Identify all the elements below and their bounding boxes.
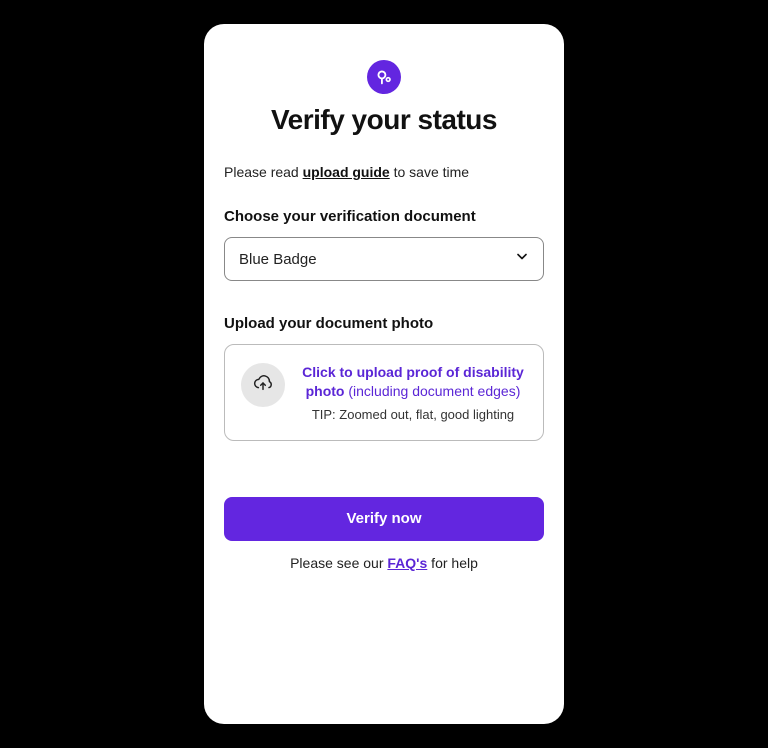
upload-tip: TIP: Zoomed out, flat, good lighting [299, 407, 527, 422]
upload-title-line2-bold: photo [306, 383, 345, 399]
page-title: Verify your status [224, 104, 544, 136]
document-select[interactable]: Blue Badge [224, 237, 544, 281]
verification-card: Verify your status Please read upload gu… [204, 24, 564, 724]
intro-text: Please read upload guide to save time [224, 164, 544, 180]
cloud-upload-icon [252, 372, 274, 399]
verify-now-button[interactable]: Verify now [224, 497, 544, 541]
upload-section: Upload your document photo Click to uplo… [224, 315, 544, 441]
document-select-value: Blue Badge [239, 251, 317, 268]
intro-suffix: to save time [390, 164, 469, 180]
footer-suffix: for help [427, 555, 478, 571]
upload-text: Click to upload proof of disability phot… [299, 363, 527, 422]
upload-section-label: Upload your document photo [224, 315, 544, 332]
document-select-wrap: Blue Badge [224, 237, 544, 281]
upload-title-line2-rest: (including document edges) [344, 383, 520, 399]
document-section: Choose your verification document Blue B… [224, 208, 544, 281]
upload-dropzone[interactable]: Click to upload proof of disability phot… [224, 344, 544, 441]
footer-prefix: Please see our [290, 555, 387, 571]
faq-link[interactable]: FAQ's [387, 555, 427, 571]
upload-guide-link[interactable]: upload guide [303, 164, 390, 180]
upload-title-line1: Click to upload proof of disability [302, 364, 524, 380]
upload-icon-circle [241, 363, 285, 407]
document-section-label: Choose your verification document [224, 208, 544, 225]
upload-title: Click to upload proof of disability phot… [299, 363, 527, 401]
brand-logo-icon [367, 60, 401, 94]
footer-text: Please see our FAQ's for help [224, 555, 544, 571]
intro-prefix: Please read [224, 164, 303, 180]
logo-wrap [224, 60, 544, 94]
